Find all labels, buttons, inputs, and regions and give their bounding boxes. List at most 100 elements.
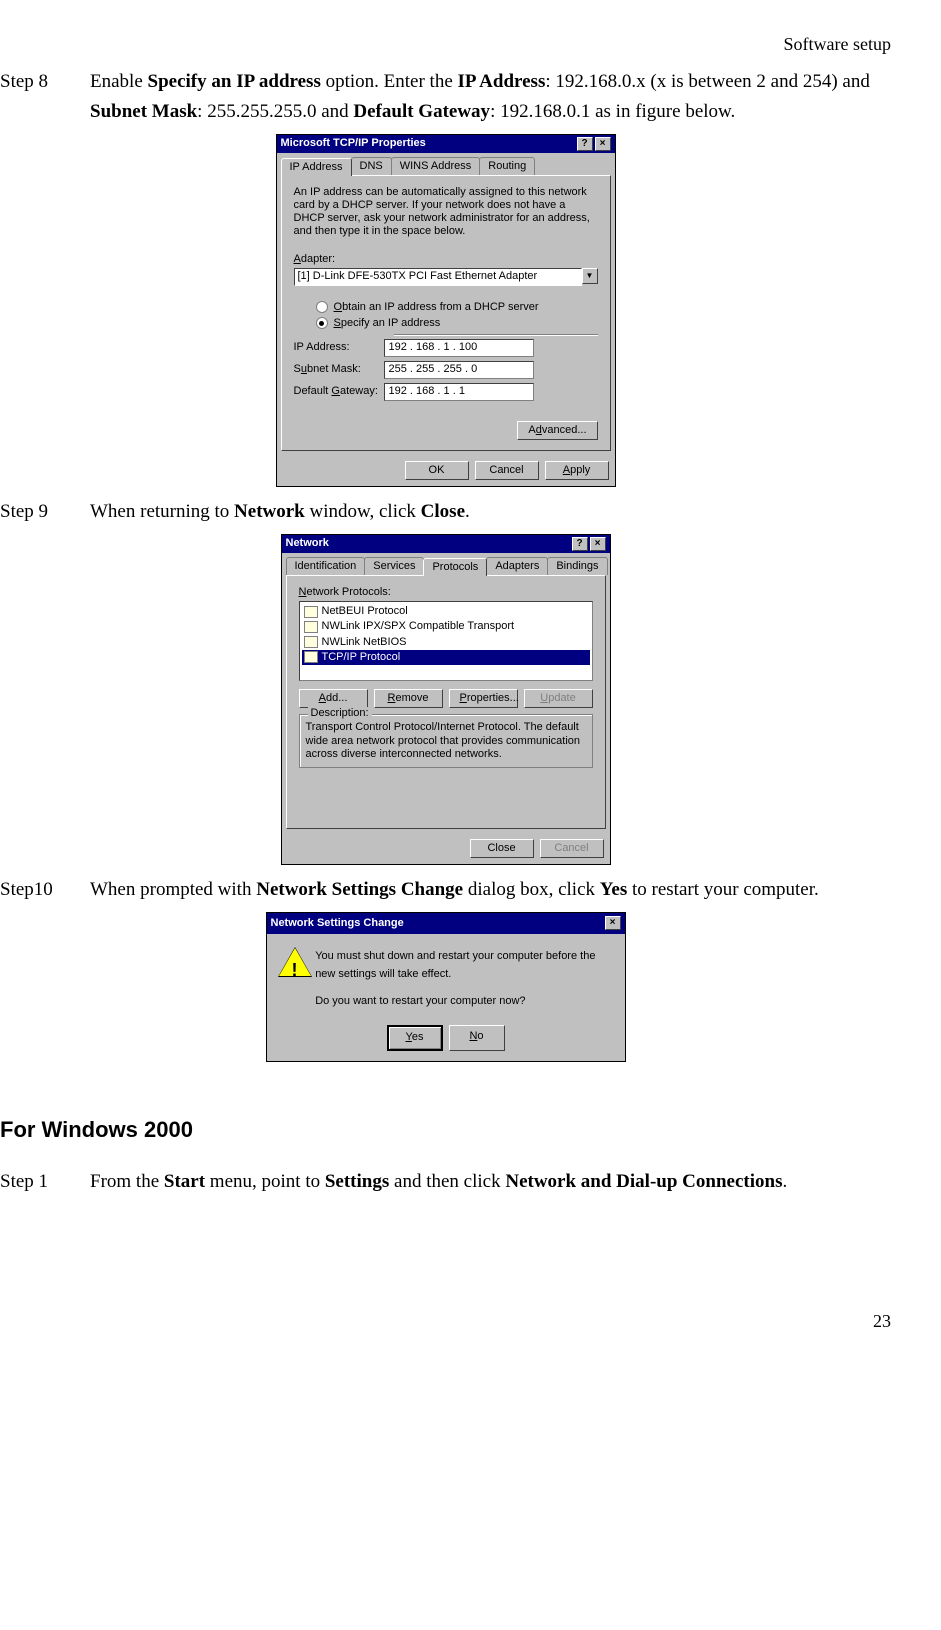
remove-button[interactable]: Remove	[374, 689, 443, 708]
ip-input[interactable]: 192 . 168 . 1 . 100	[384, 339, 534, 357]
dialog-buttons: Close Cancel	[282, 833, 610, 864]
tab-dns[interactable]: DNS	[351, 157, 392, 175]
tabs: IP Address DNS WINS Address Routing	[277, 153, 615, 175]
chevron-down-icon[interactable]: ▼	[582, 268, 598, 284]
yes-button[interactable]: Yes	[387, 1025, 443, 1051]
text: Start	[164, 1171, 205, 1192]
step9-body: When returning to Network window, click …	[90, 497, 891, 527]
properties-button[interactable]: Properties...	[449, 689, 518, 708]
step10-label: Step10	[0, 875, 90, 905]
apply-button[interactable]: Apply	[545, 461, 609, 480]
tab-wins[interactable]: WINS Address	[391, 157, 481, 175]
text: Enable	[90, 71, 148, 92]
step8-body: Enable Specify an IP address option. Ent…	[90, 67, 891, 128]
radio-icon	[316, 317, 328, 329]
step9-row: Step 9 When returning to Network window,…	[0, 497, 891, 527]
close-icon[interactable]: ×	[590, 537, 606, 551]
text: dialog box, click	[463, 879, 600, 900]
radio-dhcp[interactable]: Obtain an IP address from a DHCP server	[316, 301, 598, 314]
adapter-select[interactable]: [1] D-Link DFE-530TX PCI Fast Ethernet A…	[294, 268, 582, 286]
tab-services[interactable]: Services	[364, 557, 424, 575]
text: From the	[90, 1171, 164, 1192]
page-number: 23	[0, 1307, 891, 1336]
cancel-button: Cancel	[540, 839, 604, 858]
ip-label: IP Address:	[294, 341, 384, 354]
warning-icon: !	[279, 948, 302, 976]
subnet-input[interactable]: 255 . 255 . 255 . 0	[384, 361, 534, 379]
tab-identification[interactable]: Identification	[286, 557, 366, 575]
advanced-button[interactable]: Advanced...	[517, 421, 597, 440]
item-label: NetBEUI Protocol	[322, 605, 408, 618]
tcpip-dialog: Microsoft TCP/IP Properties ? × IP Addre…	[276, 134, 616, 488]
close-button[interactable]: Close	[470, 839, 534, 858]
radio-label: Obtain an IP address from a DHCP server	[334, 301, 539, 314]
text: Settings	[325, 1171, 389, 1192]
subnet-label: Subnet Mask:	[294, 363, 384, 376]
step1-row: Step 1 From the Start menu, point to Set…	[0, 1167, 891, 1197]
text: to restart your computer.	[627, 879, 819, 900]
text: .	[782, 1171, 787, 1192]
close-icon[interactable]: ×	[595, 137, 611, 151]
help-button[interactable]: ?	[572, 537, 588, 551]
text: Default Gateway	[353, 101, 490, 122]
text: : 192.168.0.1 as in figure below.	[490, 101, 735, 122]
radio-specify[interactable]: Specify an IP address	[316, 317, 598, 330]
dialog-buttons: OK Cancel Apply	[277, 455, 615, 486]
tab-pane: An IP address can be automatically assig…	[281, 175, 611, 452]
radio-label: Specify an IP address	[334, 317, 441, 330]
text: and then click	[389, 1171, 505, 1192]
list-item[interactable]: NetBEUI Protocol	[302, 604, 590, 619]
titlebar: Microsoft TCP/IP Properties ? ×	[277, 135, 615, 153]
text: : 255.255.255.0 and	[197, 101, 353, 122]
cancel-button[interactable]: Cancel	[475, 461, 539, 480]
tab-ip-address[interactable]: IP Address	[281, 158, 352, 176]
gateway-label: Default Gateway:	[294, 385, 384, 398]
tab-routing[interactable]: Routing	[479, 157, 535, 175]
info-text: An IP address can be automatically assig…	[294, 186, 598, 239]
item-label: NWLink NetBIOS	[322, 636, 407, 649]
text: Network	[234, 501, 305, 522]
msg-line2: Do you want to restart your computer now…	[315, 993, 612, 1011]
step1-label: Step 1	[0, 1167, 90, 1197]
text: When returning to	[90, 501, 234, 522]
protocol-icon	[304, 636, 318, 648]
list-item[interactable]: TCP/IP Protocol	[302, 650, 590, 665]
no-button[interactable]: No	[449, 1025, 505, 1051]
ok-button[interactable]: OK	[405, 461, 469, 480]
titlebar: Network Settings Change ×	[267, 913, 625, 935]
tab-bindings[interactable]: Bindings	[547, 557, 607, 575]
dialog-title: Network	[286, 537, 329, 550]
protocol-list[interactable]: NetBEUI Protocol NWLink IPX/SPX Compatib…	[299, 601, 593, 681]
titlebar: Network ? ×	[282, 535, 610, 553]
radio-icon	[316, 301, 328, 313]
network-dialog: Network ? × Identification Services Prot…	[281, 534, 611, 865]
help-button[interactable]: ?	[577, 137, 593, 151]
list-item[interactable]: NWLink NetBIOS	[302, 635, 590, 650]
text: option. Enter the	[321, 71, 458, 92]
step10-row: Step10 When prompted with Network Settin…	[0, 875, 891, 905]
text: IP Address	[458, 71, 546, 92]
text: Close	[421, 501, 465, 522]
text: Subnet Mask	[90, 101, 197, 122]
dialog-title: Network Settings Change	[271, 915, 404, 933]
description-label: Description:	[308, 707, 372, 720]
text: window, click	[305, 501, 421, 522]
text: : 192.168.0.x (x is between 2 and 254) a…	[545, 71, 870, 92]
tab-pane: Network Protocols: NetBEUI Protocol NWLi…	[286, 575, 606, 829]
text: Network Settings Change	[256, 879, 463, 900]
list-label: Network Protocols:	[299, 586, 593, 599]
item-label: NWLink IPX/SPX Compatible Transport	[322, 620, 515, 633]
tab-protocols[interactable]: Protocols	[423, 558, 487, 576]
description-text: Transport Control Protocol/Internet Prot…	[306, 721, 586, 761]
msg-line1: You must shut down and restart your comp…	[315, 948, 612, 983]
close-icon[interactable]: ×	[605, 916, 621, 930]
text: Network and Dial-up Connections	[505, 1171, 782, 1192]
protocol-icon	[304, 606, 318, 618]
section-heading: For Windows 2000	[0, 1112, 891, 1147]
step8-label: Step 8	[0, 67, 90, 128]
list-item[interactable]: NWLink IPX/SPX Compatible Transport	[302, 619, 590, 634]
protocol-icon	[304, 621, 318, 633]
tab-adapters[interactable]: Adapters	[486, 557, 548, 575]
gateway-input[interactable]: 192 . 168 . 1 . 1	[384, 383, 534, 401]
add-button[interactable]: Add...	[299, 689, 368, 708]
